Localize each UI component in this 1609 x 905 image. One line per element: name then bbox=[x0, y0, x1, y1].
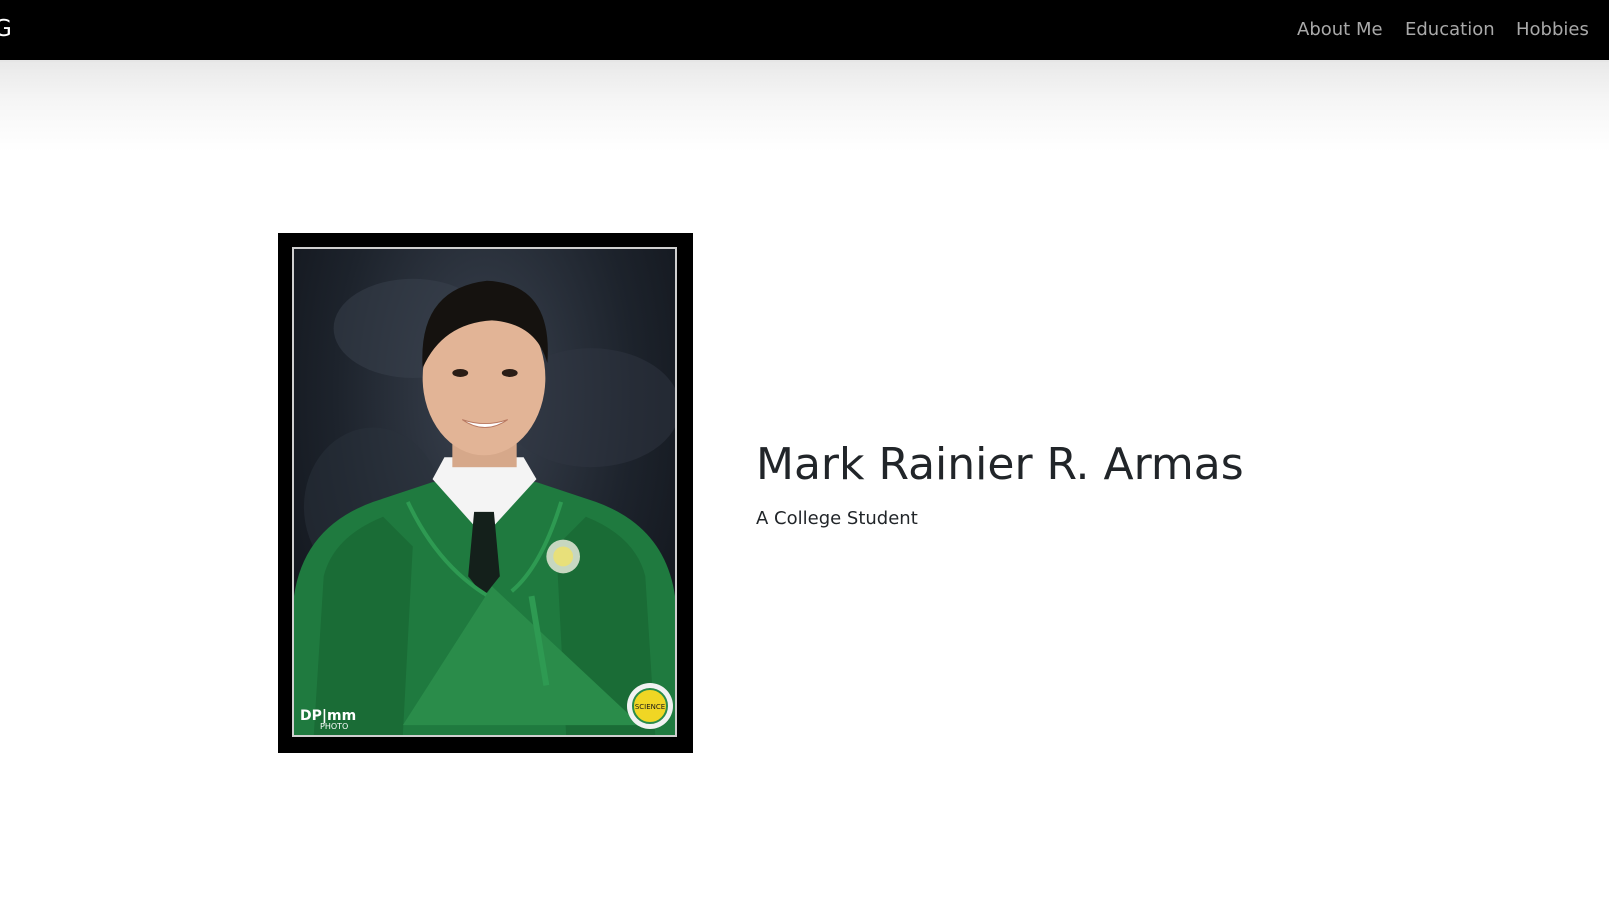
profile-photo: DP|mm PHOTO SCIENCE bbox=[278, 233, 693, 753]
nav-link-about-me[interactable]: About Me bbox=[1297, 16, 1383, 44]
profile-name: Mark Rainier R. Armas bbox=[756, 439, 1244, 490]
school-seal-text: SCIENCE bbox=[635, 703, 665, 711]
profile-photo-inner: DP|mm PHOTO SCIENCE bbox=[292, 247, 677, 737]
profile-subtitle: A College Student bbox=[756, 508, 918, 529]
navbar-brand[interactable]: G bbox=[0, 13, 12, 45]
school-seal-icon: SCIENCE bbox=[625, 681, 675, 735]
nav-link-education[interactable]: Education bbox=[1405, 16, 1495, 44]
top-navbar: G About Me Education Hobbies bbox=[0, 0, 1609, 62]
nav-link-hobbies[interactable]: Hobbies bbox=[1516, 16, 1589, 44]
hero-shadow-band bbox=[0, 62, 1609, 152]
graduation-portrait-icon bbox=[294, 278, 675, 735]
photographer-logo: DP|mm PHOTO bbox=[300, 708, 356, 731]
nav-links: About Me Education Hobbies bbox=[1289, 16, 1609, 46]
